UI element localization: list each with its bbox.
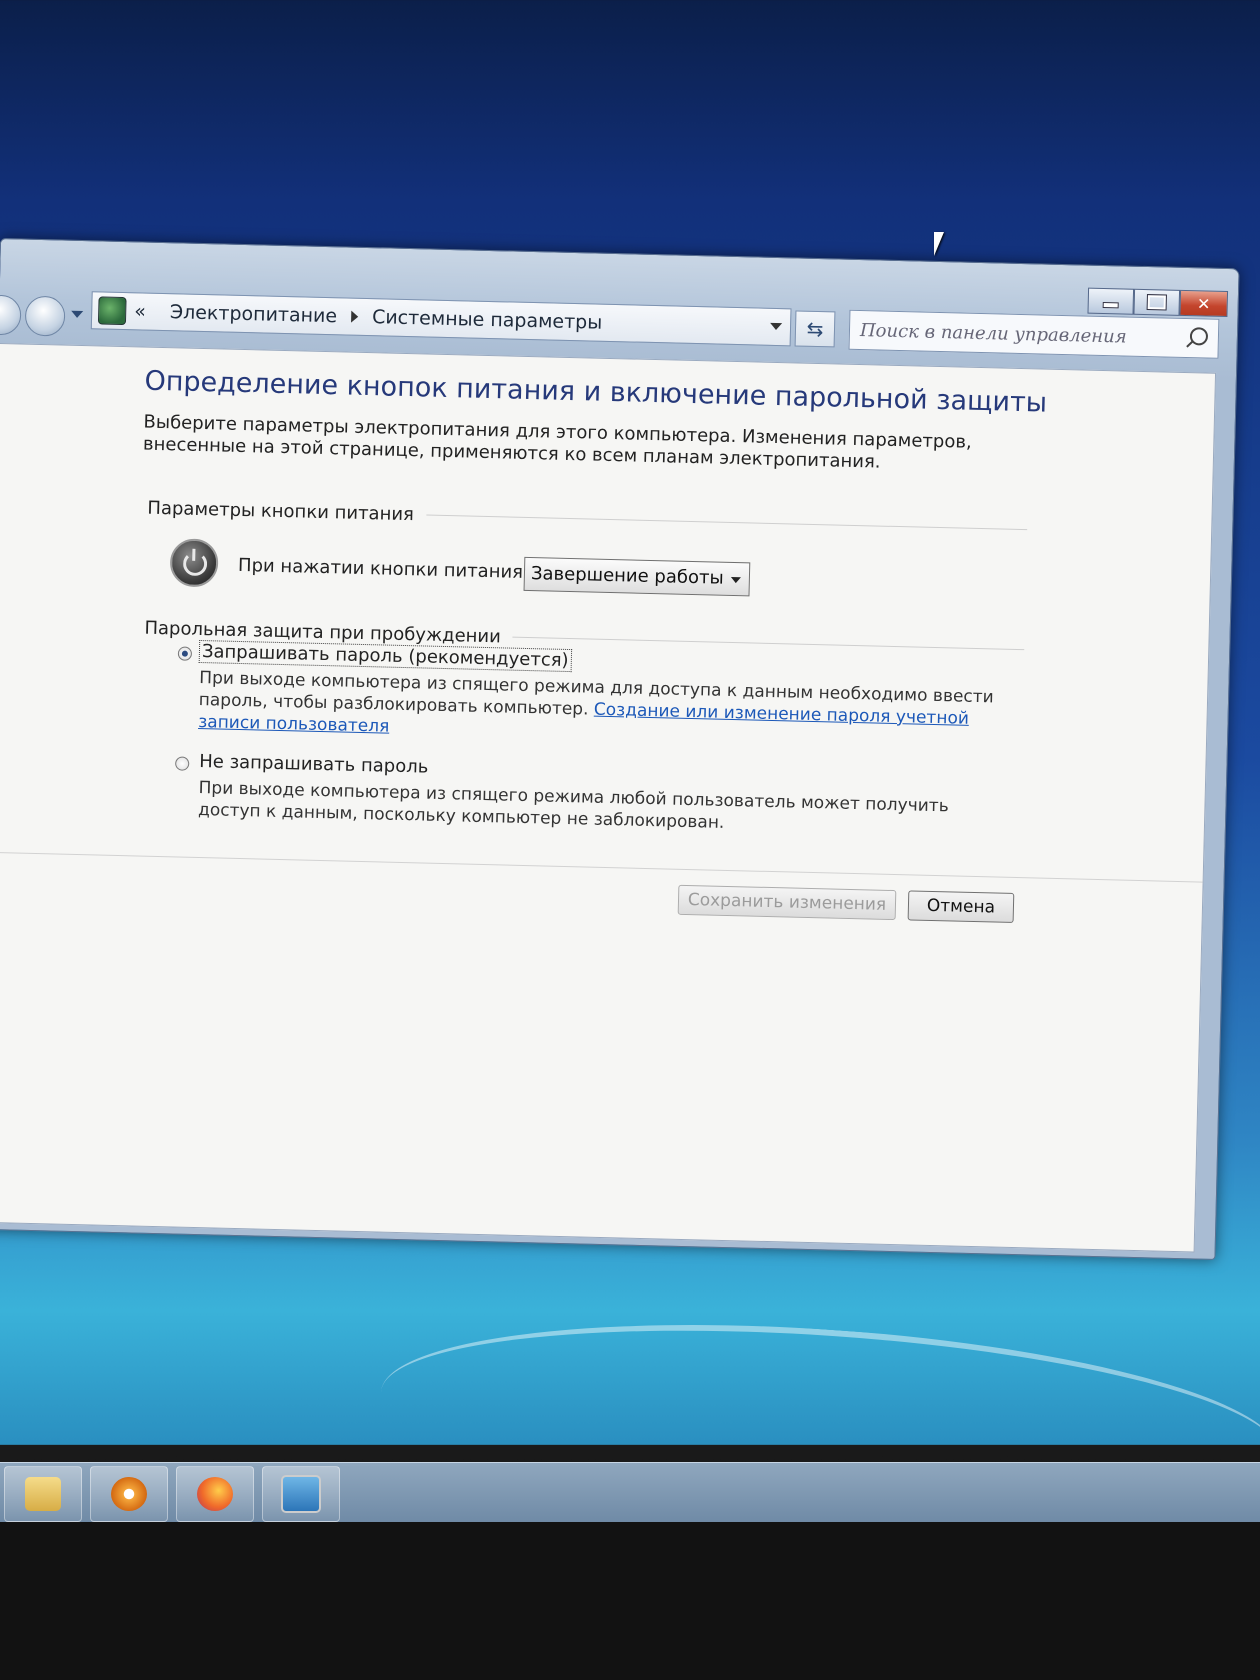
power-button-action-value: Завершение работы	[530, 563, 724, 589]
minimize-button[interactable]	[1087, 287, 1135, 315]
page-title: Определение кнопок питания и включение п…	[144, 365, 1048, 419]
no-password-description: При выходе компьютера из спящего режима …	[197, 778, 949, 833]
firefox-icon	[197, 1477, 233, 1511]
no-password-label[interactable]: Не запрашивать пароль	[199, 751, 429, 778]
power-button-group: Параметры кнопки питания	[147, 497, 1028, 540]
address-dropdown-icon[interactable]	[769, 322, 783, 331]
taskbar-firefox[interactable]	[176, 1466, 254, 1522]
breadcrumb-power-options[interactable]: Электропитание	[170, 301, 338, 327]
refresh-button[interactable]: ⇆	[794, 310, 836, 348]
taskbar-media-player[interactable]	[90, 1466, 168, 1522]
save-changes-button[interactable]: Сохранить изменения	[677, 884, 897, 921]
close-icon: ✕	[1196, 293, 1211, 314]
maximize-icon	[1146, 294, 1167, 311]
address-bar[interactable]: « Электропитание Системные параметры	[90, 291, 792, 347]
breadcrumb-system-settings[interactable]: Системные параметры	[372, 306, 603, 334]
taskbar-control-panel[interactable]	[262, 1466, 340, 1522]
forward-button[interactable]	[24, 295, 66, 337]
search-icon[interactable]	[1189, 327, 1209, 346]
folder-icon	[25, 1477, 61, 1511]
monitor-icon	[281, 1475, 321, 1513]
back-button[interactable]	[0, 294, 22, 336]
taskbar	[0, 1462, 1260, 1523]
power-button-group-heading: Параметры кнопки питания	[147, 497, 415, 526]
breadcrumb-overflow[interactable]: «	[134, 300, 146, 322]
password-group-heading: Парольная защита при пробуждении	[144, 617, 502, 648]
chevron-down-icon	[730, 576, 741, 584]
require-password-radio[interactable]	[177, 646, 193, 661]
power-button-label: При нажатии кнопки питания:	[237, 554, 530, 584]
maximize-button[interactable]	[1133, 288, 1181, 316]
control-panel-icon	[97, 296, 127, 326]
close-button[interactable]: ✕	[1179, 289, 1229, 318]
search-placeholder: Поиск в панели управления	[859, 319, 1127, 348]
taskbar-explorer[interactable]	[4, 1466, 82, 1522]
monitor-bezel	[0, 1522, 1260, 1680]
mouse-cursor	[934, 232, 944, 256]
minimize-icon	[1102, 301, 1119, 309]
breadcrumb-arrow-icon[interactable]	[350, 310, 359, 323]
caption-buttons: ✕	[1087, 287, 1229, 318]
media-player-icon	[111, 1477, 147, 1511]
cancel-button[interactable]: Отмена	[907, 890, 1015, 923]
search-input[interactable]: Поиск в панели управления	[848, 309, 1220, 359]
power-button-action-select[interactable]: Завершение работы	[523, 556, 751, 597]
require-password-description: При выходе компьютера из спящего режима …	[198, 667, 999, 753]
recent-pages-dropdown-icon[interactable]	[71, 310, 84, 319]
page-description: Выберите параметры электропитания для эт…	[142, 411, 972, 473]
control-panel-window: « Электропитание Системные параметры ⇆ П…	[0, 238, 1240, 1260]
no-password-radio[interactable]	[175, 756, 190, 771]
power-icon	[169, 538, 219, 588]
footer-divider	[0, 851, 1203, 883]
content-pane: Определение кнопок питания и включение п…	[0, 342, 1217, 1253]
